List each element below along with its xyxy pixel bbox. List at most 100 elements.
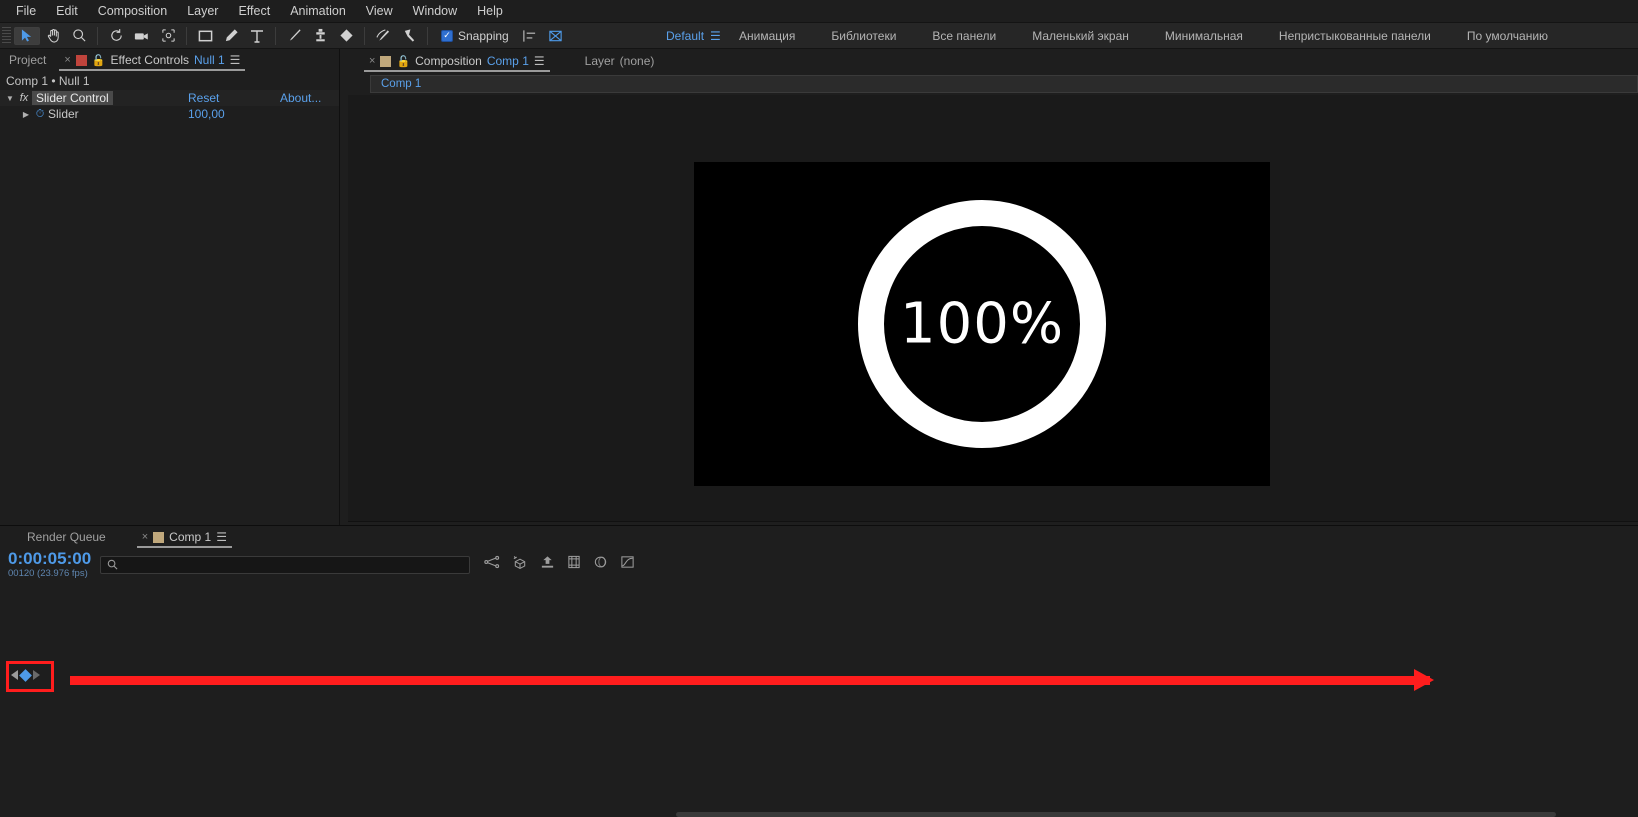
panel-menu-icon[interactable]: ☰ (230, 53, 241, 67)
property-disclosure-icon[interactable]: ▶ (20, 110, 32, 119)
tab-composition[interactable]: × 🔓 Composition Comp 1 ☰ (360, 50, 554, 72)
after-effects-window: File Edit Composition Layer Effect Animation V… (0, 0, 1638, 817)
workspace-1[interactable]: Анимация (721, 23, 813, 49)
effect-controls-tabs: Project × 🔓 Effect Controls Null 1 ☰ (0, 49, 339, 71)
composition-tabs: × 🔓 Composition Comp 1 ☰ Layer (none) (348, 49, 1638, 73)
workspace-3[interactable]: Все панели (914, 23, 1014, 49)
pan-behind-tool[interactable] (155, 25, 181, 47)
roto-brush-tool[interactable] (370, 25, 396, 47)
search-icon (107, 559, 118, 570)
panel-menu-icon[interactable]: ☰ (216, 530, 227, 544)
workspace-7[interactable]: По умолчанию (1449, 23, 1566, 49)
effect-property-value[interactable]: 100,00 (188, 107, 225, 121)
puppet-pin-tool[interactable] (396, 25, 422, 47)
lock-icon[interactable]: 🔓 (396, 55, 410, 68)
composition-mini-flowchart-icon[interactable] (484, 555, 500, 574)
graph-editor-icon[interactable] (620, 555, 635, 574)
frame-blending-icon[interactable] (567, 555, 581, 574)
tab-render-queue[interactable]: Render Queue (18, 526, 115, 548)
close-icon[interactable]: × (142, 531, 148, 543)
effect-property-name: Slider (48, 107, 79, 121)
menu-file[interactable]: File (6, 0, 46, 23)
composition-subtab-comp1[interactable]: Comp 1 (370, 75, 1638, 93)
workspace-2[interactable]: Библиотеки (813, 23, 914, 49)
hide-shy-layers-icon[interactable] (540, 555, 555, 574)
composition-viewer[interactable]: 100% 50% ▼ 0:00:05:00 (348, 95, 1638, 547)
menu-composition[interactable]: Composition (88, 0, 177, 23)
camera-tool[interactable] (129, 25, 155, 47)
tab-effect-controls-label: Effect Controls (110, 53, 189, 67)
tab-composition-label: Composition (415, 54, 482, 68)
search-input[interactable] (100, 555, 470, 574)
keyframe-diamond-icon[interactable] (19, 668, 32, 682)
current-time-value[interactable]: 0:00:05:00 (0, 550, 100, 567)
composition-panel: × 🔓 Composition Comp 1 ☰ Layer (none) Co… (348, 49, 1638, 547)
zoom-tool[interactable] (66, 25, 92, 47)
composition-swatch (75, 54, 87, 66)
composition-swatch (153, 531, 165, 543)
snapping-checkbox[interactable]: ✓ (441, 29, 453, 42)
hand-tool[interactable] (40, 25, 66, 47)
effect-about-button[interactable]: About... (280, 91, 321, 105)
workspace-6[interactable]: Непристыкованные панели (1261, 23, 1449, 49)
pen-tool[interactable] (218, 25, 244, 47)
menu-edit[interactable]: Edit (46, 0, 88, 23)
clone-stamp-tool[interactable] (307, 25, 333, 47)
timeline-tabs: Render Queue × Comp 1 ☰ (0, 526, 1638, 548)
previous-keyframe-icon[interactable] (11, 670, 18, 680)
tab-comp1-timeline[interactable]: × Comp 1 ☰ (133, 526, 236, 548)
close-icon[interactable]: × (369, 55, 375, 67)
panel-menu-icon[interactable]: ☰ (534, 54, 545, 68)
effect-header-row[interactable]: ▼ fx Slider Control Reset About... (0, 90, 339, 106)
workspace-menu-icon[interactable]: ☰ (710, 29, 721, 43)
workspace-5[interactable]: Минимальная (1147, 23, 1261, 49)
menu-help[interactable]: Help (467, 0, 513, 23)
keyframe-navigator[interactable] (11, 668, 40, 682)
draft-3d-icon[interactable] (512, 555, 528, 575)
composition-subtab-label: Comp 1 (381, 78, 422, 90)
effect-property-row[interactable]: ▶ ⏱ Slider 100,00 (0, 106, 339, 122)
selection-tool[interactable] (14, 26, 40, 45)
snapping-label: Snapping (458, 28, 509, 43)
rectangle-tool[interactable] (192, 25, 218, 47)
disclosure-triangle-icon[interactable]: ▼ (4, 94, 16, 103)
rotation-tool[interactable] (103, 25, 129, 47)
workspace-bar: Default ☰ Анимация Библиотеки Все панели Мале… (648, 23, 1566, 49)
effect-reset-button[interactable]: Reset (188, 91, 219, 105)
next-keyframe-icon[interactable] (33, 670, 40, 680)
tab-layer-label: Layer (584, 54, 615, 68)
menu-layer[interactable]: Layer (177, 0, 228, 23)
menu-view[interactable]: View (356, 0, 403, 23)
menu-window[interactable]: Window (403, 0, 467, 23)
timeline-header: 0:00:05:00 00120 (23.976 fps) (0, 548, 1638, 581)
menu-animation[interactable]: Animation (280, 0, 356, 23)
toolbar-grip[interactable] (2, 26, 11, 45)
close-icon[interactable]: × (64, 54, 70, 66)
lock-icon[interactable]: 🔓 (92, 54, 106, 67)
tab-render-queue-label: Render Queue (27, 530, 106, 544)
workspace-4[interactable]: Маленький экран (1014, 23, 1147, 49)
current-time-block[interactable]: 0:00:05:00 00120 (23.976 fps) (0, 550, 100, 579)
search-field (122, 558, 452, 571)
transform-box-icon[interactable] (543, 25, 569, 47)
type-tool[interactable] (244, 25, 270, 47)
composition-canvas[interactable]: 100% (694, 162, 1270, 486)
tab-layer[interactable]: Layer (none) (576, 50, 664, 72)
motion-blur-icon[interactable] (593, 555, 608, 574)
menu-effect[interactable]: Effect (228, 0, 280, 23)
stopwatch-icon[interactable]: ⏱ (32, 108, 48, 121)
effect-name[interactable]: Slider Control (32, 91, 113, 105)
timeline-panel: Render Queue × Comp 1 ☰ 0:00:05:00 00120… (0, 525, 1638, 817)
eraser-tool[interactable] (333, 25, 359, 47)
tab-project-label: Project (9, 53, 47, 67)
horizontal-scrollbar[interactable] (676, 812, 1556, 817)
brush-tool[interactable] (281, 25, 307, 47)
tab-layer-value: (none) (619, 54, 655, 68)
tab-effect-controls[interactable]: × 🔓 Effect Controls Null 1 ☰ (55, 49, 249, 71)
align-icon[interactable] (517, 25, 543, 47)
effect-controls-breadcrumb: Comp 1 • Null 1 (6, 73, 90, 88)
tab-effect-controls-value: Null 1 (193, 53, 225, 67)
fx-icon[interactable]: fx (16, 92, 32, 104)
tab-project[interactable]: Project (0, 49, 55, 71)
snapping-control[interactable]: ✓ Snapping (441, 29, 509, 43)
